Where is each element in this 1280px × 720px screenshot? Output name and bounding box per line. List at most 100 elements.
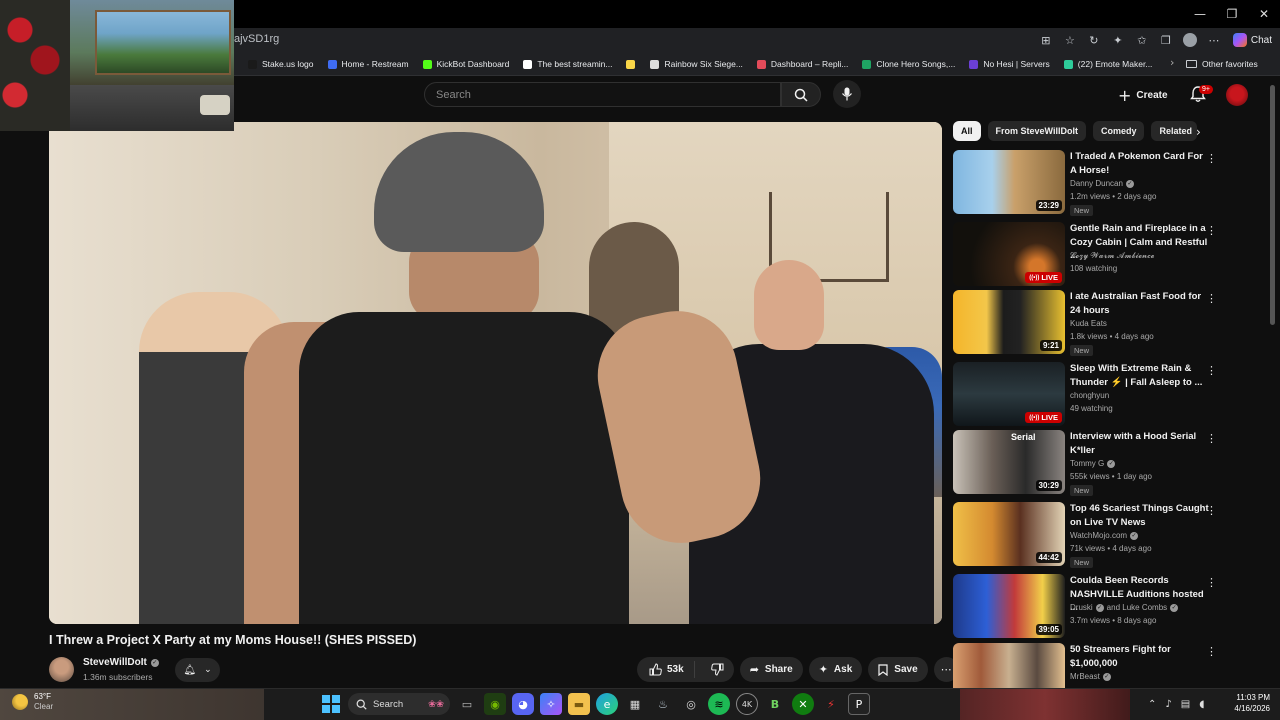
channel-name[interactable]: SteveWillDoIt ✓ [83, 657, 159, 668]
ask-button[interactable]: ✦ Ask [808, 657, 863, 682]
spotify-icon[interactable]: ≋ [708, 693, 730, 715]
bookmark-item[interactable]: KickBot Dashboard [422, 59, 509, 69]
recommendation-item[interactable]: ((•)) LIVE Gentle Rain and Fireplace in a … [953, 222, 1225, 288]
copilot-app-icon[interactable]: ✧ [540, 693, 562, 715]
more-vertical-icon[interactable]: ⋮ [1206, 292, 1217, 305]
chip-related[interactable]: Related [1151, 121, 1198, 141]
recommendation-channel[interactable]: WatchMojo.com ✓ [1070, 531, 1139, 540]
bookmarks-overflow-icon[interactable]: › [1170, 56, 1174, 69]
recommendation-title[interactable]: I ate Australian Fast Food for 24 hours [1070, 290, 1210, 317]
store-icon[interactable]: ▦ [624, 693, 646, 715]
dislike-button[interactable] [701, 663, 734, 676]
4k-downloader-icon[interactable]: 4K [736, 693, 758, 715]
bookmark-item[interactable]: Clone Hero Songs,... [862, 59, 955, 69]
steam-icon[interactable]: ♨ [652, 693, 674, 715]
yt-search-input[interactable] [425, 83, 780, 106]
voice-search-button[interactable] [833, 80, 861, 108]
star-icon[interactable]: ☆ [1061, 31, 1079, 49]
recommendation-channel[interactable]: Kuda Eats [1070, 319, 1107, 328]
recommendation-channel[interactable]: Druski ✓ and Luke Combs ✓ [1070, 603, 1179, 612]
create-button[interactable]: + Create [1118, 84, 1168, 106]
refresh-icon[interactable]: ↻ [1085, 31, 1103, 49]
recommendation-item[interactable]: 9:21 I ate Australian Fast Food for 24 ho… [953, 290, 1225, 356]
nvidia-icon[interactable]: ◉ [484, 693, 506, 715]
chip-all[interactable]: All [953, 121, 981, 141]
recommendation-thumbnail[interactable]: 44:42 [953, 502, 1065, 566]
recommendation-thumbnail[interactable]: 39:05 [953, 574, 1065, 638]
more-menu-icon[interactable]: ⋯ [1205, 31, 1223, 49]
bookmark-item[interactable]: Dashboard – Repli... [756, 59, 848, 69]
more-vertical-icon[interactable]: ⋮ [1206, 432, 1217, 445]
bookmark-item[interactable]: Stake.us logo [248, 59, 314, 69]
recommendation-item[interactable]: Serial 30:29 Interview with a Hood Serial … [953, 430, 1225, 496]
chip-from-channel[interactable]: From SteveWillDoIt [987, 121, 1086, 141]
recommendation-thumbnail[interactable]: ((•)) LIVE [953, 362, 1065, 426]
save-button[interactable]: Save [868, 657, 928, 682]
chat-button[interactable]: Chat [1232, 33, 1272, 47]
recommendation-thumbnail[interactable]: 23:29 [953, 150, 1065, 214]
subscription-notifications-button[interactable]: 🔔︎ ⌄ [175, 658, 220, 682]
recommendation-channel[interactable]: Danny Duncan ✓ [1070, 179, 1134, 188]
obs-icon[interactable]: ◎ [680, 693, 702, 715]
network-icon[interactable]: ▤ [1181, 699, 1190, 710]
recommendation-item[interactable]: 23:29 I Traded A Pokemon Card For A Horse… [953, 150, 1225, 216]
recommendation-channel[interactable]: MrBeast ✓ [1070, 672, 1111, 681]
recommendation-title[interactable]: 50 Streamers Fight for $1,000,000 [1070, 643, 1210, 670]
recommendation-channel[interactable]: Tommy G ✓ [1070, 459, 1116, 468]
discord-icon[interactable]: ◕ [512, 693, 534, 715]
share-button[interactable]: ➦ Share [739, 657, 803, 682]
msi-icon[interactable]: ⚡ [820, 693, 842, 715]
more-vertical-icon[interactable]: ⋮ [1206, 504, 1217, 517]
maximize-button[interactable]: ❐ [1216, 0, 1248, 28]
page-scrollbar[interactable] [1270, 85, 1275, 325]
weather-widget[interactable]: 63°F Clear [12, 692, 53, 712]
xbox-icon[interactable]: ✕ [792, 693, 814, 715]
url-text[interactable]: ajvSD1rg [234, 33, 279, 45]
recommendation-title[interactable]: Interview with a Hood Serial K*ller [1070, 430, 1210, 457]
more-vertical-icon[interactable]: ⋮ [1206, 364, 1217, 377]
edge-icon[interactable]: e [596, 693, 618, 715]
channel-avatar[interactable] [49, 657, 74, 682]
app-p-icon[interactable]: P [848, 693, 870, 715]
more-vertical-icon[interactable]: ⋮ [1206, 224, 1217, 237]
task-view-icon[interactable]: ▭ [456, 693, 478, 715]
recommendation-thumbnail[interactable]: Serial 30:29 [953, 430, 1065, 494]
microphone-tray-icon[interactable]: ♪ [1165, 699, 1171, 710]
other-favorites[interactable]: Other favorites [1186, 52, 1258, 76]
app-b-icon[interactable]: B [764, 693, 786, 715]
taskbar-clock[interactable]: 11:03 PM 4/16/2026 [1222, 692, 1270, 714]
recommendation-thumbnail[interactable]: 9:21 [953, 290, 1065, 354]
collections-icon[interactable]: ❐ [1157, 31, 1175, 49]
tray-overflow-icon[interactable]: ⌃ [1148, 699, 1156, 710]
more-vertical-icon[interactable]: ⋮ [1206, 645, 1217, 658]
recommendation-item[interactable]: 44:42 Top 46 Scariest Things Caught on Li… [953, 502, 1225, 568]
bookmark-item[interactable]: Home - Restream [327, 59, 409, 69]
like-button[interactable]: 53k [637, 661, 695, 678]
recommendation-title[interactable]: Top 46 Scariest Things Caught on Live TV… [1070, 502, 1210, 529]
bookmark-item[interactable] [626, 59, 640, 69]
close-window-button[interactable]: ✕ [1248, 0, 1280, 28]
video-player[interactable] [49, 122, 942, 624]
bookmark-item[interactable]: No Hesi | Servers [969, 59, 1050, 69]
chip-comedy[interactable]: Comedy [1092, 121, 1145, 141]
minimize-button[interactable]: — [1184, 0, 1216, 28]
recommendation-title[interactable]: I Traded A Pokemon Card For A Horse! [1070, 150, 1210, 177]
recommendation-title[interactable]: Sleep With Extreme Rain & Thunder ⚡ | Fa… [1070, 362, 1210, 389]
favorites-icon[interactable]: ✩ [1133, 31, 1151, 49]
bookmark-item[interactable]: Rainbow Six Siege... [650, 59, 743, 69]
taskbar-search[interactable]: Search ❀❀ [348, 693, 450, 715]
windows-start-button[interactable] [320, 693, 342, 715]
recommendation-thumbnail[interactable]: ((•)) LIVE [953, 222, 1065, 286]
more-vertical-icon[interactable]: ⋮ [1206, 152, 1217, 165]
bookmark-item[interactable]: (22) Emote Maker... [1063, 59, 1152, 69]
apps-icon[interactable]: ⊞ [1037, 31, 1055, 49]
recommendation-item[interactable]: ((•)) LIVE Sleep With Extreme Rain & Thund… [953, 362, 1225, 428]
account-avatar[interactable] [1226, 84, 1248, 106]
more-vertical-icon[interactable]: ⋮ [1206, 576, 1217, 589]
recommendation-item[interactable]: 39:05 Coulda Been Records NASHVILLE Audit… [953, 574, 1225, 640]
bookmark-item[interactable]: The best streamin... [523, 59, 612, 69]
file-explorer-icon[interactable]: ▬ [568, 693, 590, 715]
yt-search-button[interactable] [781, 82, 821, 107]
volume-icon[interactable]: ◖ [1199, 699, 1204, 710]
profile-icon[interactable] [1181, 31, 1199, 49]
